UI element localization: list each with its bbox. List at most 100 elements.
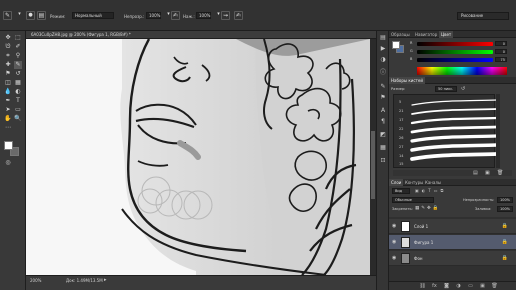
shape-tool-icon[interactable]: ▭: [14, 106, 22, 114]
brush-list-scrollbar[interactable]: [496, 94, 500, 168]
more-tools-icon[interactable]: ⋯: [4, 124, 12, 132]
clone-stamp-tool-icon[interactable]: ⚑: [4, 70, 12, 78]
brush-size-icon[interactable]: ●: [26, 11, 35, 20]
zoom-level[interactable]: 200%: [30, 278, 41, 283]
brush-stroke-preview[interactable]: [408, 116, 501, 125]
workspace-switcher[interactable]: Рисование: [457, 12, 509, 20]
airbrush-icon[interactable]: ⇝: [221, 11, 230, 20]
pressure-input[interactable]: 100%: [196, 12, 211, 19]
layer-style-icon[interactable]: fx: [431, 283, 438, 290]
adjustments-panel-icon[interactable]: ◑: [379, 56, 387, 64]
tab-channels[interactable]: Каналы: [423, 179, 443, 186]
foreground-color-swatch[interactable]: [4, 141, 13, 150]
quick-selection-tool-icon[interactable]: ✐: [14, 43, 22, 51]
gradient-tool-icon[interactable]: ▦: [14, 79, 22, 87]
hand-tool-icon[interactable]: ✋: [4, 115, 12, 123]
brush-stroke-preview[interactable]: [408, 98, 501, 107]
marquee-tool-icon[interactable]: ⬚: [14, 34, 22, 42]
navigator-panel-icon[interactable]: ⊡: [379, 157, 387, 165]
new-group-icon[interactable]: ▭: [467, 283, 474, 290]
tab-paths[interactable]: Контуры: [403, 179, 425, 186]
layer-row-selected[interactable]: ◉ Фигура 1 🔒: [389, 235, 516, 250]
move-tool-icon[interactable]: ✥: [4, 34, 12, 42]
channel-b-slider[interactable]: [417, 58, 493, 62]
brush-panel-icon[interactable]: ✎: [379, 83, 387, 91]
delete-brush-icon[interactable]: 🗑: [497, 170, 503, 176]
quick-mask-icon[interactable]: ◎: [4, 159, 12, 167]
tablet-size-icon[interactable]: ✍: [234, 11, 243, 20]
history-brush-tool-icon[interactable]: ↺: [14, 70, 22, 78]
scrollbar-thumb[interactable]: [371, 131, 375, 199]
swatches-panel-icon[interactable]: ▦: [379, 144, 387, 152]
tab-navigator[interactable]: Навигатор: [413, 31, 439, 38]
delete-layer-icon[interactable]: 🗑: [491, 283, 498, 290]
lasso-tool-icon[interactable]: ᘎ: [4, 43, 12, 51]
document-canvas[interactable]: [26, 39, 370, 275]
healing-brush-tool-icon[interactable]: ✚: [4, 61, 12, 69]
layer-visibility-eye-icon[interactable]: ◉: [392, 239, 398, 245]
brush-panel-title[interactable]: Наборы кистей: [389, 77, 425, 84]
crop-tool-icon[interactable]: ⌗: [4, 52, 12, 60]
link-layers-icon[interactable]: ⛓: [419, 283, 426, 290]
path-selection-tool-icon[interactable]: ➤: [4, 106, 12, 114]
opacity-input[interactable]: 100%: [146, 12, 161, 19]
zoom-tool-icon[interactable]: 🔍: [14, 115, 22, 123]
brush-stroke-preview[interactable]: [408, 107, 501, 116]
paragraph-panel-icon[interactable]: ¶: [379, 118, 387, 126]
brush-panel-toggle-icon[interactable]: ▤: [473, 170, 478, 176]
actions-panel-icon[interactable]: ▶: [379, 45, 387, 53]
brush-preset-picker-icon[interactable]: ▾: [15, 11, 24, 20]
history-panel-icon[interactable]: ▤: [379, 34, 387, 42]
layer-filter-select[interactable]: Вид: [392, 188, 410, 194]
tab-swatches[interactable]: Образцы: [389, 31, 412, 38]
adjustment-layer-icon[interactable]: ◑: [455, 283, 462, 290]
brush-stroke-preview[interactable]: [408, 134, 501, 143]
blur-tool-icon[interactable]: 💧: [4, 88, 12, 96]
new-layer-icon[interactable]: ▣: [479, 283, 486, 290]
layer-fill-input[interactable]: 100%: [497, 206, 513, 212]
brush-stroke-preview[interactable]: [408, 125, 501, 134]
tab-layers[interactable]: Слои: [389, 179, 404, 186]
layer-row[interactable]: ◉ Фон 🔒: [389, 251, 516, 266]
channel-r-value[interactable]: 0: [495, 41, 507, 46]
layer-name[interactable]: Фигура 1: [414, 240, 433, 245]
layer-filter-icons[interactable]: ▣◐T▭⧉: [415, 188, 475, 194]
document-tab[interactable]: 6A03Cu0pZH8.jpg @ 200% (Фигура 1, RGB/8#…: [26, 31, 376, 39]
channel-r-slider[interactable]: [417, 42, 493, 46]
eraser-tool-icon[interactable]: ◫: [4, 79, 12, 87]
color-spectrum-bar[interactable]: [417, 67, 507, 75]
channel-b-value[interactable]: 75: [495, 57, 507, 62]
channel-g-slider[interactable]: [417, 50, 493, 54]
pen-tool-icon[interactable]: ✒: [4, 97, 12, 105]
layer-mask-icon[interactable]: ◙: [443, 283, 450, 290]
eyedropper-tool-icon[interactable]: ⚲: [14, 52, 22, 60]
layer-opacity-input[interactable]: 100%: [497, 197, 513, 203]
tablet-opacity-icon[interactable]: ✍: [171, 11, 180, 20]
brush-panel-toggle-icon[interactable]: ▤: [37, 11, 46, 20]
layer-visibility-eye-icon[interactable]: ◉: [392, 255, 398, 261]
reset-brush-icon[interactable]: ↺: [461, 86, 465, 92]
brush-preset-list[interactable]: 5 21 17 22 26 27 14 15: [393, 94, 499, 168]
brush-tool-icon[interactable]: ✎: [3, 11, 12, 20]
brush-stroke-preview[interactable]: [408, 152, 501, 161]
layer-name[interactable]: Слой 1: [414, 224, 428, 229]
blend-mode-select[interactable]: Нормальный: [72, 12, 114, 19]
layer-blend-mode-select[interactable]: Обычные: [392, 197, 434, 203]
styles-panel-icon[interactable]: ◩: [379, 131, 387, 139]
status-menu-arrow-icon[interactable]: ▸: [104, 277, 107, 283]
tab-color[interactable]: Цвет: [439, 31, 454, 38]
info-panel-icon[interactable]: ⓘ: [379, 69, 387, 77]
brush-stroke-preview[interactable]: [408, 143, 501, 152]
layer-visibility-eye-icon[interactable]: ◉: [392, 223, 398, 229]
lock-options-icons[interactable]: ▦✎✥🔒: [415, 206, 440, 211]
brush-tool-icon-active[interactable]: ✎: [14, 61, 22, 69]
new-brush-icon[interactable]: ▣: [485, 170, 490, 176]
layer-row[interactable]: ◉ Слой 1 🔒: [389, 219, 516, 234]
type-tool-icon[interactable]: T: [14, 97, 22, 105]
color-panel-foreground-swatch[interactable]: [392, 41, 400, 49]
dodge-tool-icon[interactable]: ◐: [14, 88, 22, 96]
character-panel-icon[interactable]: A: [379, 107, 387, 115]
brush-size-input[interactable]: 50 пикс.: [435, 86, 457, 92]
layer-name[interactable]: Фон: [414, 256, 423, 261]
clone-source-panel-icon[interactable]: ⚑: [379, 94, 387, 102]
